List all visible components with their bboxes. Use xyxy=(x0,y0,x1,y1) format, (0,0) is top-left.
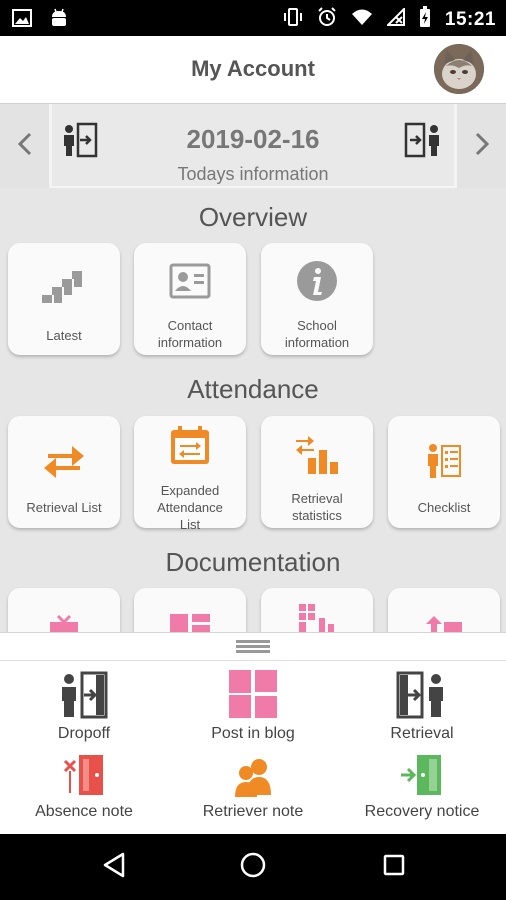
documentation-heading: Documentation xyxy=(165,547,341,577)
action-label: Absence note xyxy=(35,803,133,820)
date-subtitle: Todays information xyxy=(177,164,329,184)
system-nav-bar xyxy=(0,834,506,900)
sheet-drag-handle[interactable] xyxy=(0,633,506,661)
recovery-notice-button[interactable]: Recovery notice xyxy=(338,753,506,821)
date-navigator: 2019-02-16 Todays information xyxy=(0,104,506,188)
recents-button[interactable] xyxy=(377,850,411,884)
app-bar: My Account xyxy=(0,36,506,104)
people-icon xyxy=(169,753,337,797)
back-triangle-icon xyxy=(101,851,127,884)
tile-retrieval-statistics[interactable]: Retrieval statistics xyxy=(261,416,373,528)
tile-label: Retrieval statistics xyxy=(291,491,343,523)
retrieval-button[interactable]: Retrieval xyxy=(338,669,506,743)
clock-time: 15:21 xyxy=(444,8,496,30)
tile-contact-information[interactable]: Contact information xyxy=(134,243,246,355)
android-icon xyxy=(50,8,68,33)
blog-grid-icon xyxy=(169,669,337,719)
no-signal-icon xyxy=(385,6,405,31)
next-day-button[interactable] xyxy=(454,104,506,188)
wifi-icon xyxy=(351,8,373,31)
vibrate-icon xyxy=(283,7,303,32)
retrieval-icon xyxy=(338,669,506,719)
absence-door-icon xyxy=(0,753,168,797)
action-label: Post in blog xyxy=(211,725,295,742)
tile-latest[interactable]: Latest xyxy=(8,243,120,355)
quick-actions-sheet: Dropoff Post in blog Retrieval Absence n… xyxy=(0,632,506,834)
status-bar: 15:21 xyxy=(0,0,506,36)
tile-label: Checklist xyxy=(417,500,471,515)
action-label: Recovery notice xyxy=(364,803,480,820)
info-icon xyxy=(261,259,373,303)
checklist-icon xyxy=(388,442,500,480)
upload-icon xyxy=(388,612,500,634)
overview-heading: Overview xyxy=(198,202,308,232)
stairs-icon xyxy=(8,269,120,305)
absence-note-button[interactable]: Absence note xyxy=(0,753,168,821)
page-title: My Account xyxy=(191,56,315,81)
tile-retrieval-list[interactable]: Retrieval List xyxy=(8,416,120,528)
gift-icon xyxy=(8,614,120,634)
retrieval-icon xyxy=(404,122,444,163)
retriever-note-button[interactable]: Retriever note xyxy=(169,753,337,821)
recovery-door-icon xyxy=(338,753,506,797)
calendar-swap-icon xyxy=(134,424,246,468)
back-button[interactable] xyxy=(97,850,131,884)
swap-arrows-icon xyxy=(8,440,120,480)
battery-charging-icon xyxy=(419,6,431,33)
dropoff-button[interactable]: Dropoff xyxy=(0,669,168,743)
tile-checklist[interactable]: Checklist xyxy=(388,416,500,528)
grid-stats-icon xyxy=(261,602,373,634)
contact-card-icon xyxy=(134,261,246,301)
tile-label: Contact information xyxy=(157,318,223,350)
action-label: Retrieval xyxy=(390,725,454,742)
attendance-heading: Attendance xyxy=(187,374,319,404)
tile-label: Latest xyxy=(46,328,82,343)
alarm-icon xyxy=(317,7,337,32)
post-in-blog-button[interactable]: Post in blog xyxy=(169,669,337,743)
tile-school-information[interactable]: School information xyxy=(261,243,373,355)
home-button[interactable] xyxy=(236,850,270,884)
action-label: Retriever note xyxy=(202,803,304,820)
tile-expanded-attendance-list[interactable]: Expanded Attendance List xyxy=(134,416,246,532)
bar-stats-icon xyxy=(261,432,373,476)
tile-label: Retrieval List xyxy=(26,500,102,515)
chevron-right-icon xyxy=(474,132,490,161)
tile-label: Expanded Attendance List xyxy=(157,483,223,532)
home-circle-icon xyxy=(239,851,267,884)
avatar[interactable] xyxy=(434,44,484,94)
image-icon xyxy=(12,9,32,32)
tile-label: School information xyxy=(284,318,350,350)
dropoff-icon xyxy=(0,669,168,719)
action-label: Dropoff xyxy=(57,725,111,742)
blog-grid-icon xyxy=(134,612,246,634)
recents-square-icon xyxy=(382,853,406,882)
